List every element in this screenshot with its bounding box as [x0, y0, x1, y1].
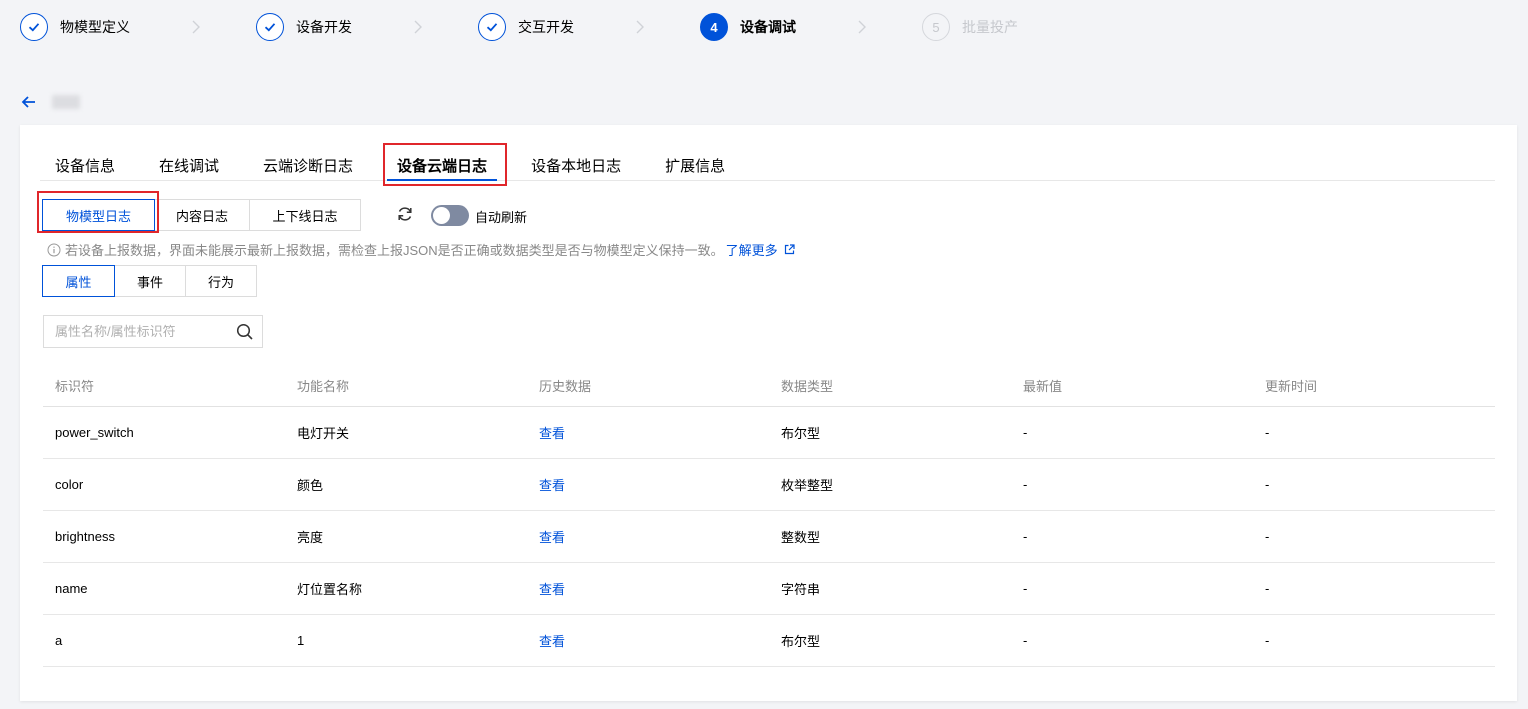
search-input[interactable] — [55, 324, 225, 339]
data-type-cell: 布尔型 — [781, 426, 821, 441]
table-header: 标识符 功能名称 历史数据 数据类型 最新值 更新时间 — [43, 365, 1495, 407]
step-label: 交互开发 — [518, 19, 574, 35]
search-icon[interactable] — [236, 323, 254, 341]
search-box — [43, 315, 263, 348]
sub-tab-property[interactable]: 属性 — [42, 265, 115, 297]
tab-device-local-log[interactable]: 设备本地日志 — [531, 149, 621, 180]
chevron-right-icon — [832, 20, 892, 34]
data-type-cell: 整数型 — [781, 530, 821, 545]
function-name-cell: 电灯开关 — [297, 426, 350, 441]
updated-time-cell: - — [1265, 529, 1270, 544]
device-name-redacted — [52, 95, 80, 109]
updated-time-cell: - — [1265, 581, 1270, 596]
tab-device-info[interactable]: 设备信息 — [55, 149, 115, 180]
updated-time-cell: - — [1265, 477, 1270, 492]
identifier-cell: color — [55, 477, 84, 492]
tip-message: 若设备上报数据，界面未能展示最新上报数据，需检查上报JSON是否正确或数据类型是… — [47, 240, 795, 259]
view-history-link[interactable]: 查看 — [527, 631, 769, 650]
log-type-online-offline[interactable]: 上下线日志 — [249, 199, 361, 231]
step-label: 设备调试 — [740, 19, 796, 35]
identifier-cell: name — [55, 581, 88, 596]
check-icon — [478, 13, 506, 41]
external-link-icon[interactable] — [778, 244, 795, 255]
column-header: 更新时间 — [1265, 379, 1318, 394]
latest-value-cell: - — [1023, 633, 1028, 648]
back-row — [20, 93, 80, 111]
table-row: power_switch 电灯开关 查看 布尔型 - - — [43, 407, 1495, 459]
step-number: 4 — [700, 13, 728, 41]
data-type-cell: 字符串 — [781, 582, 821, 597]
step-3[interactable]: 交互开发 — [478, 13, 574, 41]
step-label: 物模型定义 — [60, 19, 130, 35]
sub-tab-event[interactable]: 事件 — [114, 265, 186, 297]
step-label: 批量投产 — [962, 19, 1018, 35]
latest-value-cell: - — [1023, 581, 1028, 596]
sub-tab-action[interactable]: 行为 — [185, 265, 257, 297]
tab-bar: 设备信息 在线调试 云端诊断日志 设备云端日志 设备本地日志 扩展信息 — [40, 149, 1495, 181]
step-5[interactable]: 5 批量投产 — [922, 13, 1018, 41]
step-4[interactable]: 4 设备调试 — [700, 13, 796, 41]
chevron-right-icon — [610, 20, 670, 34]
check-icon — [256, 13, 284, 41]
chevron-right-icon — [166, 20, 226, 34]
column-header: 功能名称 — [297, 379, 350, 394]
updated-time-cell: - — [1265, 425, 1270, 440]
view-history-link[interactable]: 查看 — [527, 475, 769, 494]
log-type-group: 物模型日志 内容日志 上下线日志 — [42, 199, 361, 231]
function-name-cell: 颜色 — [297, 478, 324, 493]
table-row: name 灯位置名称 查看 字符串 - - — [43, 563, 1495, 615]
info-icon — [47, 243, 65, 257]
function-name-cell: 灯位置名称 — [297, 582, 363, 597]
tab-cloud-diagnosis-log[interactable]: 云端诊断日志 — [263, 149, 353, 180]
table-row: a 1 查看 布尔型 - - — [43, 615, 1495, 667]
tip-text: 若设备上报数据，界面未能展示最新上报数据，需检查上报JSON是否正确或数据类型是… — [65, 243, 724, 258]
view-history-link[interactable]: 查看 — [527, 423, 769, 442]
tab-extended-info[interactable]: 扩展信息 — [665, 149, 725, 180]
view-history-link[interactable]: 查看 — [527, 579, 769, 598]
view-history-link[interactable]: 查看 — [527, 527, 769, 546]
learn-more-link[interactable]: 了解更多 — [726, 240, 778, 259]
property-type-group: 属性 事件 行为 — [42, 265, 257, 297]
auto-refresh-toggle[interactable] — [431, 205, 469, 226]
updated-time-cell: - — [1265, 633, 1270, 648]
identifier-cell: brightness — [55, 529, 115, 544]
step-1[interactable]: 物模型定义 — [20, 13, 130, 41]
latest-value-cell: - — [1023, 425, 1028, 440]
auto-refresh-label: 自动刷新 — [475, 210, 528, 225]
tab-online-debug[interactable]: 在线调试 — [159, 149, 219, 180]
step-label: 设备开发 — [296, 19, 352, 35]
arrow-left-icon[interactable] — [20, 93, 38, 111]
main-card: 设备信息 在线调试 云端诊断日志 设备云端日志 设备本地日志 扩展信息 物模型日… — [20, 125, 1517, 701]
column-header: 数据类型 — [781, 379, 834, 394]
latest-value-cell: - — [1023, 477, 1028, 492]
log-type-model[interactable]: 物模型日志 — [42, 199, 155, 231]
identifier-cell: a — [55, 633, 63, 648]
table-row: color 颜色 查看 枚举整型 - - — [43, 459, 1495, 511]
column-header: 标识符 — [55, 379, 95, 394]
identifier-cell: power_switch — [55, 425, 134, 440]
property-table: 标识符 功能名称 历史数据 数据类型 最新值 更新时间 power_switch… — [43, 365, 1495, 667]
table-row: brightness 亮度 查看 整数型 - - — [43, 511, 1495, 563]
data-type-cell: 枚举整型 — [781, 478, 834, 493]
check-icon — [20, 13, 48, 41]
highlight-box-tab — [383, 143, 507, 186]
data-type-cell: 布尔型 — [781, 634, 821, 649]
toggle-knob — [433, 207, 450, 224]
column-header: 历史数据 — [539, 379, 592, 394]
function-name-cell: 1 — [297, 633, 305, 648]
step-2[interactable]: 设备开发 — [256, 13, 352, 41]
chevron-right-icon — [388, 20, 448, 34]
step-number: 5 — [922, 13, 950, 41]
refresh-icon[interactable] — [396, 205, 414, 223]
progress-steps: 物模型定义 设备开发 交互开发 4 设备调试 5 批量投产 — [20, 10, 1018, 44]
latest-value-cell: - — [1023, 529, 1028, 544]
log-type-content[interactable]: 内容日志 — [154, 199, 250, 231]
function-name-cell: 亮度 — [297, 530, 324, 545]
column-header: 最新值 — [1023, 379, 1063, 394]
